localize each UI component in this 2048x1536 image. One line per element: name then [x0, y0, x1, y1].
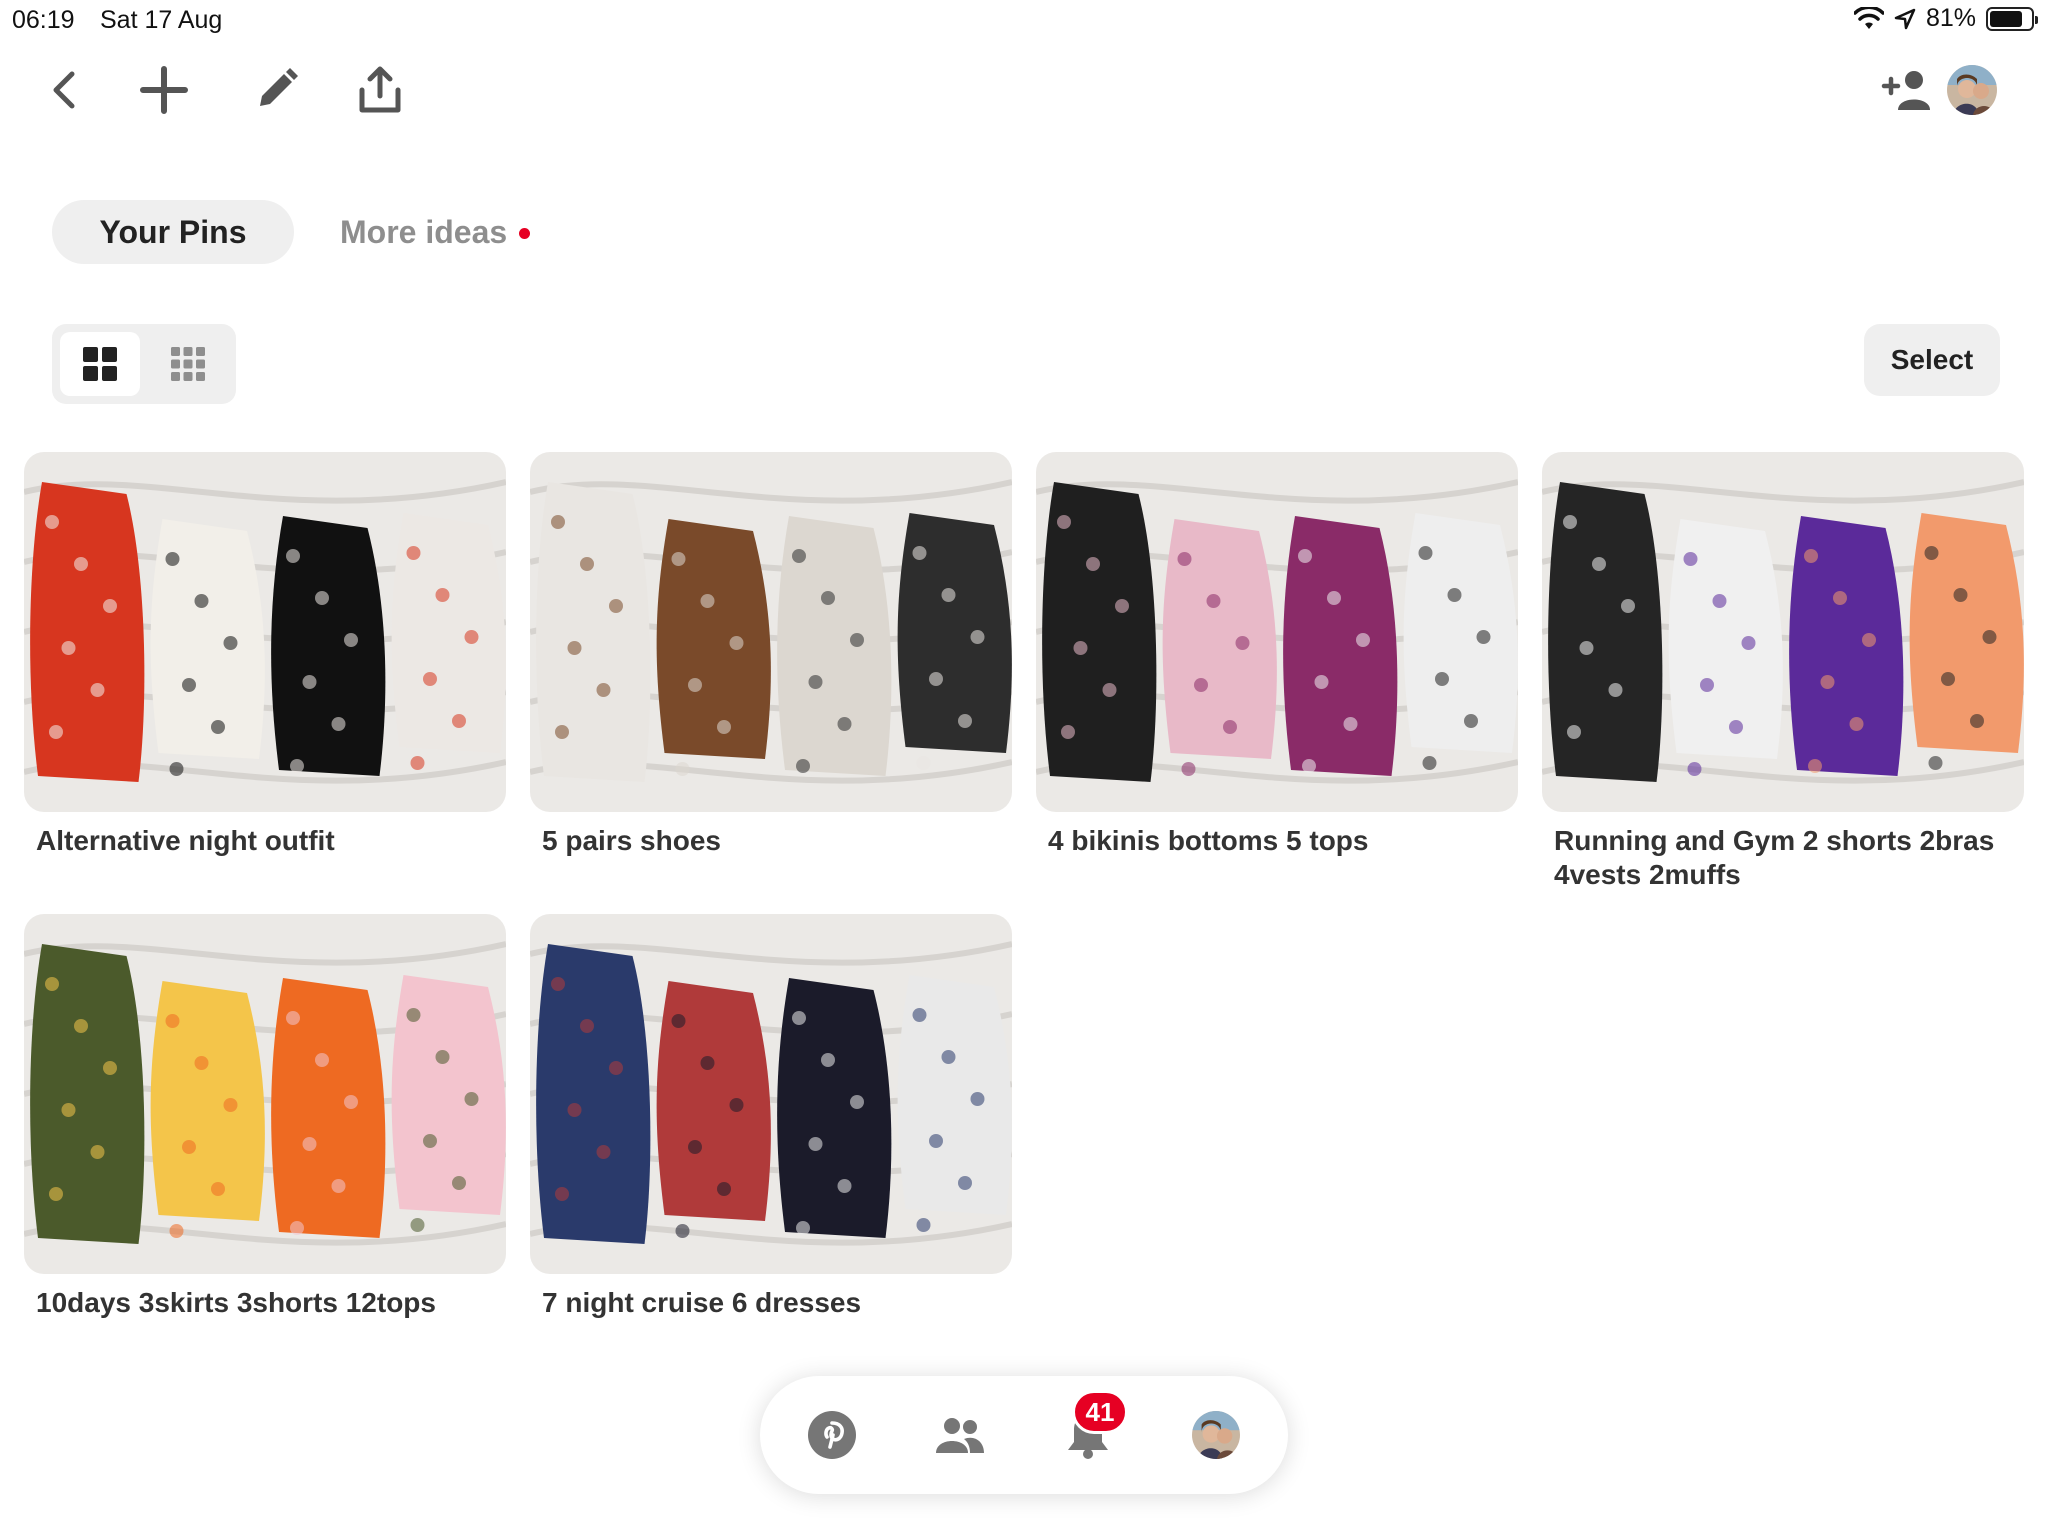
app-root: 06:19 Sat 17 Aug 81% Your Pins More idea…: [0, 0, 2048, 1536]
pin-card[interactable]: 7 night cruise 6 dresses: [530, 914, 1012, 1320]
pin-photo: [530, 914, 1012, 1274]
battery-level: [1990, 10, 2023, 27]
profile-avatar: [1947, 65, 1997, 115]
following-nav-button[interactable]: [930, 1405, 990, 1465]
profile-avatar: [1192, 1411, 1240, 1459]
pin-card[interactable]: 10days 3skirts 3shorts 12tops: [24, 914, 506, 1320]
share-button[interactable]: [350, 60, 410, 120]
plus-icon: [140, 66, 188, 114]
chevron-left-icon: [53, 71, 75, 109]
pin-photo: [530, 452, 1012, 812]
pin-image[interactable]: [530, 452, 1012, 812]
pin-photo: [24, 452, 506, 812]
select-button-label: Select: [1890, 344, 1974, 375]
pin-photo: [1036, 452, 1518, 812]
profile-button[interactable]: [1942, 60, 2002, 120]
people-icon: [936, 1418, 984, 1453]
battery-percentage: 81%: [1925, 4, 1976, 32]
pin-title: 10days 3skirts 3shorts 12tops: [36, 1287, 436, 1318]
back-button[interactable]: [34, 60, 94, 120]
notification-dot: [519, 227, 531, 239]
standard-grid-icon: [83, 347, 117, 381]
view-toggle: [52, 324, 236, 404]
add-collaborator-button[interactable]: [1876, 60, 1936, 120]
pin-title: 5 pairs shoes: [542, 825, 721, 856]
pin-image[interactable]: [530, 914, 1012, 1274]
compact-grid-icon: [171, 347, 205, 381]
tab-more-ideas[interactable]: More ideas: [340, 200, 531, 264]
notification-count-badge: 41: [1072, 1390, 1128, 1434]
pin-title: 4 bikinis bottoms 5 tops: [1048, 825, 1369, 856]
pin-title: Alternative night outfit: [36, 825, 335, 856]
pin-image[interactable]: [1542, 452, 2024, 812]
add-collaborator-icon: [1881, 71, 1930, 110]
status-indicators: 81%: [1853, 4, 2038, 33]
pin-title: 7 night cruise 6 dresses: [542, 1287, 862, 1318]
status-bar: 06:19 Sat 17 Aug 81%: [0, 0, 2048, 40]
pin-image[interactable]: [24, 914, 506, 1274]
wifi-icon: [1853, 6, 1884, 31]
pin-photo: [1542, 452, 2024, 812]
location-arrow-icon: [1894, 8, 1916, 30]
pin-card[interactable]: Alternative night outfit: [24, 452, 506, 858]
profile-nav-button[interactable]: [1186, 1405, 1246, 1465]
pin-title: Running and Gym 2 shorts 2bras 4vests 2m…: [1554, 825, 1995, 890]
add-button[interactable]: [134, 60, 194, 120]
battery-icon: [1986, 6, 2038, 31]
pin-card[interactable]: Running and Gym 2 shorts 2bras 4vests 2m…: [1542, 452, 2024, 892]
pencil-icon: [260, 68, 298, 106]
status-date: Sat 17 Aug: [100, 6, 223, 34]
pin-image[interactable]: [1036, 452, 1518, 812]
edit-board-button[interactable]: [246, 60, 306, 120]
status-time: 06:19: [12, 6, 75, 34]
tab-your-pins-label: Your Pins: [99, 213, 247, 250]
home-nav-button[interactable]: [802, 1405, 862, 1465]
compact-grid-view-button[interactable]: [148, 332, 228, 396]
tab-your-pins[interactable]: Your Pins: [52, 200, 294, 264]
pin-image[interactable]: [24, 452, 506, 812]
tab-more-ideas-label: More ideas: [340, 213, 508, 250]
select-button[interactable]: Select: [1864, 324, 2000, 396]
pin-card[interactable]: 4 bikinis bottoms 5 tops: [1036, 452, 1518, 858]
share-icon: [359, 66, 401, 113]
standard-grid-view-button[interactable]: [60, 332, 140, 396]
pin-card[interactable]: 5 pairs shoes: [530, 452, 1012, 858]
bottom-navigation: [760, 1376, 1288, 1494]
pinterest-logo-icon: [808, 1411, 856, 1459]
pin-photo: [24, 914, 506, 1274]
